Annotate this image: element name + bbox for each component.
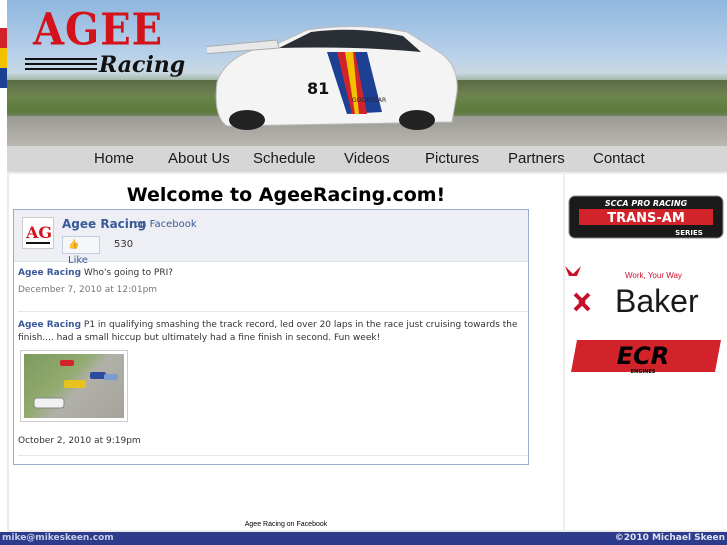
facebook-on-label[interactable]: on Facebook [134, 219, 197, 230]
nav-about-us[interactable]: About Us [168, 150, 230, 167]
svg-text:SCCA PRO RACING: SCCA PRO RACING [605, 199, 688, 208]
side-color-stripe [0, 28, 7, 88]
svg-text:Work, Your Way: Work, Your Way [625, 271, 682, 280]
logo-subtitle: Racing [99, 52, 186, 78]
svg-text:81: 81 [307, 79, 329, 98]
transam-sponsor-logo[interactable]: SCCA PRO RACING TRANS-AM SERIES [565, 194, 727, 242]
footer-email-link[interactable]: mike@mikeskeen.com [2, 533, 114, 543]
nav-partners[interactable]: Partners [508, 150, 565, 167]
baker-sponsor-logo[interactable]: Work, Your Way Baker [565, 262, 727, 318]
post-date[interactable]: October 2, 2010 at 9:19pm [18, 435, 526, 448]
post-author[interactable]: Agee Racing [18, 268, 81, 278]
svg-text:TRANS-AM: TRANS-AM [607, 211, 685, 226]
facebook-stream: Agee Racing Who's going to PRI? December… [14, 263, 528, 463]
facebook-like-button[interactable]: 👍 Like [62, 236, 100, 266]
ecr-engines-sponsor-logo[interactable]: ECR ENGINES [565, 336, 727, 376]
stream-post: Agee Racing P1 in qualifying smashing th… [18, 319, 526, 345]
post-date[interactable]: December 7, 2010 at 12:01pm [18, 284, 526, 297]
post-author[interactable]: Agee Racing [18, 320, 81, 330]
nav-schedule[interactable]: Schedule [253, 150, 316, 167]
logo-title: AGEE [33, 3, 164, 56]
facebook-like-count: 530 [114, 239, 134, 250]
page-title: Welcome to AgeeRacing.com! [126, 184, 446, 206]
svg-text:Baker: Baker [615, 283, 699, 318]
facebook-footer-link[interactable]: Agee Racing on Facebook [9, 521, 563, 528]
content-area: Welcome to AgeeRacing.com! AG Agee Racin… [7, 172, 727, 532]
agee-racing-logo[interactable]: AGEE Racing [25, 3, 190, 80]
post-text: Who's going to PRI? [83, 268, 174, 278]
facebook-page-avatar[interactable]: AG [22, 217, 54, 249]
main-nav: Home About Us Schedule Videos Pictures P… [7, 146, 727, 172]
nav-home[interactable]: Home [94, 150, 134, 167]
stream-post: Agee Racing Who's going to PRI? December… [18, 267, 526, 297]
post-text: P1 in qualifying smashing the track reco… [18, 320, 518, 343]
header-banner: AGEE Racing 81 GOODYEAR [7, 0, 727, 146]
main-column: Welcome to AgeeRacing.com! AG Agee Racin… [9, 174, 563, 530]
nav-videos[interactable]: Videos [344, 150, 390, 167]
thumbs-up-icon: 👍 [68, 240, 80, 250]
svg-text:ENGINES: ENGINES [631, 369, 656, 375]
race-car-image: 81 GOODYEAR [207, 25, 458, 130]
sponsor-column: SCCA PRO RACING TRANS-AM SERIES Work, Yo… [565, 174, 727, 530]
nav-contact[interactable]: Contact [593, 150, 645, 167]
svg-text:ECR: ECR [617, 342, 670, 370]
svg-text:GOODYEAR: GOODYEAR [352, 97, 386, 104]
nav-pictures[interactable]: Pictures [425, 150, 479, 167]
facebook-widget: AG Agee Racing on Facebook 👍 Like 530 Ag… [13, 209, 529, 465]
post-photo-thumbnail[interactable] [20, 350, 128, 422]
facebook-widget-header: AG Agee Racing on Facebook 👍 Like 530 [14, 210, 528, 266]
footer-copyright: ©2010 Michael Skeen [614, 533, 725, 543]
footer-bar: mike@mikeskeen.com ©2010 Michael Skeen [0, 532, 727, 545]
svg-text:SERIES: SERIES [675, 229, 703, 237]
